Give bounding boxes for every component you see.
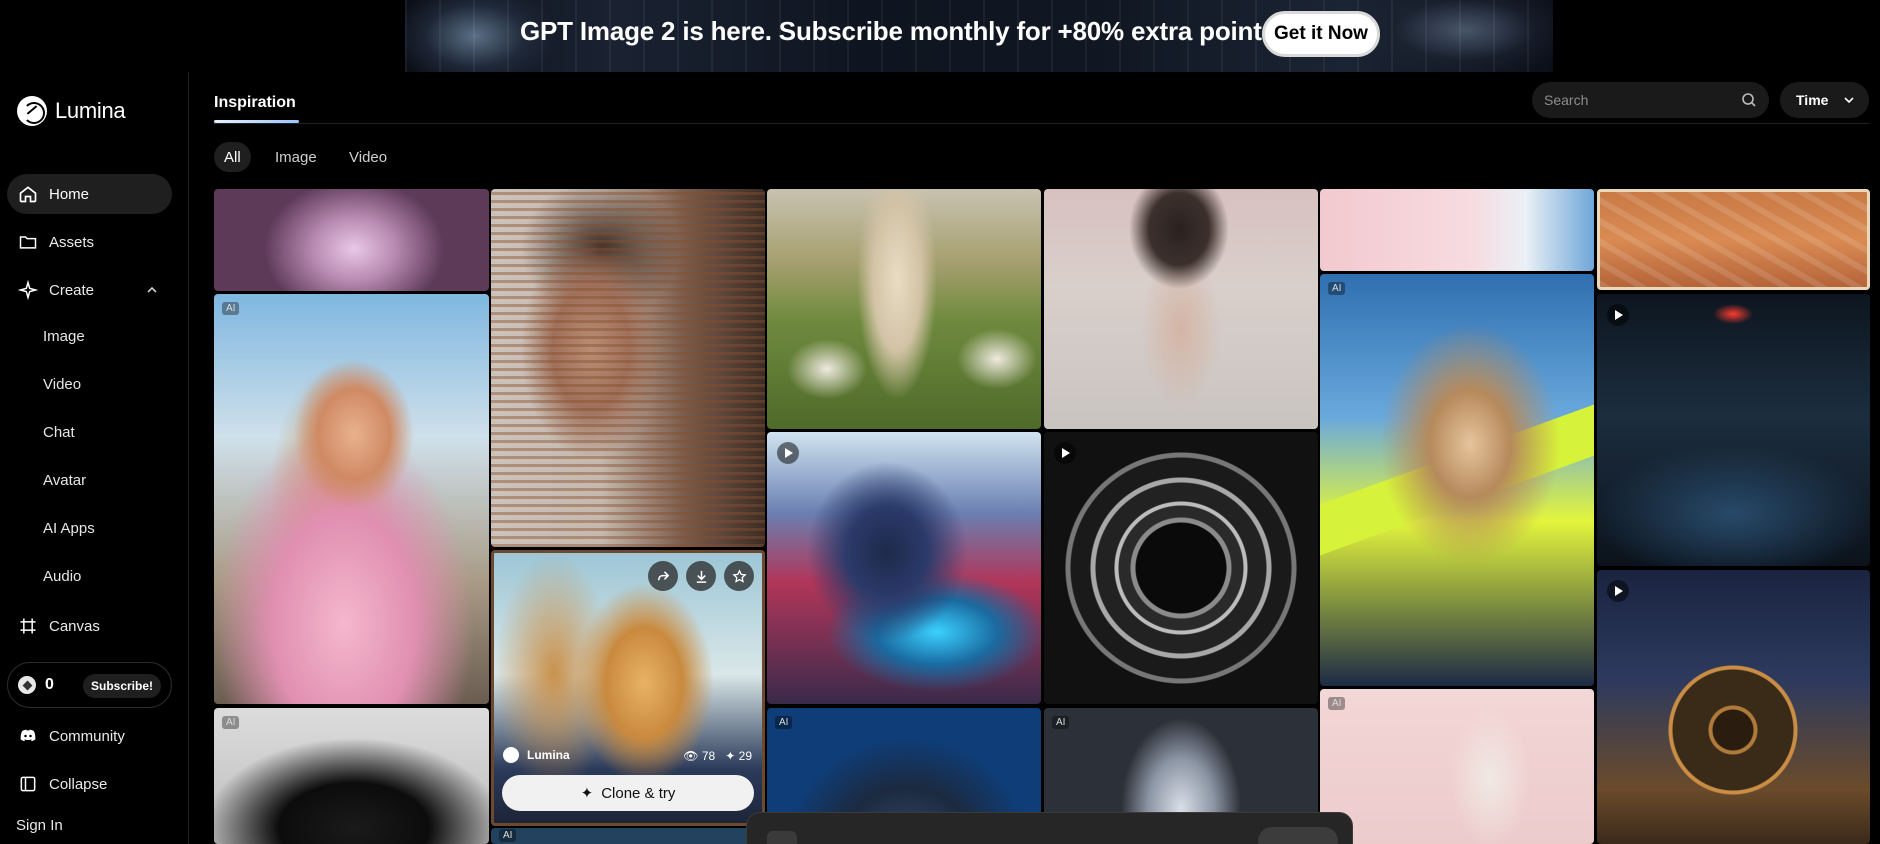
card-stats: 👁 78 ✦ 29	[683, 749, 752, 763]
gallery-tile[interactable]: AI	[1320, 274, 1594, 686]
sidebar-item-label: Create	[49, 281, 95, 299]
download-icon[interactable]	[686, 561, 716, 591]
sort-value: Time	[1796, 92, 1829, 108]
sidebar-item-label: Canvas	[49, 617, 100, 635]
sidebar-item-community[interactable]: Community	[7, 716, 172, 756]
sidebar-sub-avatar[interactable]: Avatar	[43, 472, 86, 489]
lumina-logo-icon	[17, 96, 47, 126]
sign-in-link[interactable]: Sign In	[16, 817, 63, 834]
chevron-down-icon	[1844, 97, 1854, 104]
ai-badge: AI	[222, 716, 240, 729]
tab-inspiration[interactable]: Inspiration	[214, 94, 296, 112]
video-play-icon	[777, 442, 799, 464]
search-input[interactable]	[1544, 92, 1734, 108]
banner-text: GPT Image 2 is here. Subscribe monthly f…	[520, 16, 1285, 46]
card-actions	[648, 561, 754, 591]
promo-banner[interactable]: GPT Image 2 is here. Subscribe monthly f…	[0, 0, 1880, 72]
sidebar-item-label: Collapse	[49, 775, 108, 793]
chevron-up-icon[interactable]	[144, 282, 160, 298]
gallery-tile[interactable]	[1044, 189, 1318, 429]
sidebar-sub-video[interactable]: Video	[43, 376, 81, 393]
sidebar-item-label: Assets	[49, 233, 95, 251]
sidebar-item-home[interactable]: Home	[7, 174, 172, 214]
sidebar-item-label: Community	[49, 727, 125, 745]
eye-icon: 👁	[683, 749, 699, 763]
search-box[interactable]	[1532, 82, 1769, 118]
ai-badge: AI	[1328, 697, 1346, 710]
gallery-tile[interactable]: AI	[491, 828, 765, 844]
gallery-tile[interactable]	[767, 432, 1041, 704]
points-coin-icon	[18, 676, 36, 694]
video-play-icon	[1607, 304, 1629, 326]
add-attachment-button[interactable]	[767, 831, 797, 844]
ai-badge: AI	[222, 302, 240, 315]
views-count: 👁 78	[683, 749, 716, 763]
points-widget: 0 Subscribe!	[7, 662, 172, 708]
get-it-now-button[interactable]: Get it Now	[1262, 11, 1380, 57]
brand-name: Lumina	[55, 98, 126, 123]
discord-icon	[17, 725, 39, 747]
brand-logo[interactable]: Lumina	[17, 96, 126, 126]
sidebar-sub-ai-apps[interactable]: AI Apps	[43, 520, 95, 537]
sidebar-item-canvas[interactable]: Canvas	[7, 606, 172, 646]
gallery-tile[interactable]	[214, 189, 489, 291]
filter-image[interactable]: Image	[275, 142, 317, 172]
gallery-tile[interactable]	[1597, 294, 1870, 566]
gallery-tile[interactable]: AI	[214, 708, 489, 844]
ai-badge: AI	[499, 829, 517, 842]
filter-all[interactable]: All	[214, 142, 251, 172]
sidebar-sub-chat[interactable]: Chat	[43, 424, 75, 441]
clone-and-try-button[interactable]: ✦ Clone & try	[502, 775, 754, 811]
video-play-icon	[1054, 442, 1076, 464]
sparkle-icon	[17, 279, 39, 301]
canvas-icon	[17, 615, 39, 637]
likes-count: ✦ 29	[725, 749, 752, 763]
points-value: 0	[45, 676, 54, 693]
author-avatar	[503, 747, 519, 763]
subscribe-button[interactable]: Subscribe!	[82, 674, 161, 698]
featured-card[interactable]: Lumina 👁 78 ✦ 29 ✦ Clone & try	[491, 550, 765, 826]
home-icon	[17, 183, 39, 205]
prompt-options-button[interactable]	[1258, 827, 1338, 844]
search-icon[interactable]	[1741, 92, 1757, 108]
sidebar-item-collapse[interactable]: Collapse	[7, 764, 172, 804]
gallery-tile[interactable]	[1597, 570, 1870, 844]
sidebar: Lumina Home Assets Create Image Video Ch…	[0, 72, 189, 844]
sidebar-item-create[interactable]: Create	[7, 270, 172, 310]
ai-badge: AI	[775, 716, 793, 729]
sidebar-sub-audio[interactable]: Audio	[43, 568, 81, 585]
video-play-icon	[1607, 580, 1629, 602]
filter-video[interactable]: Video	[349, 142, 387, 172]
card-author[interactable]: Lumina	[503, 747, 570, 763]
gallery-tile[interactable]	[491, 189, 765, 547]
gallery-tile[interactable]: AI	[1320, 689, 1594, 844]
header-divider	[214, 123, 1869, 124]
sparkle-small-icon: ✦	[725, 749, 736, 763]
gallery-tile[interactable]	[1597, 189, 1870, 290]
gallery-tile[interactable]	[1320, 189, 1594, 271]
prompt-bar[interactable]	[746, 812, 1353, 844]
share-icon[interactable]	[648, 561, 678, 591]
folder-icon	[17, 231, 39, 253]
gallery-tile[interactable]	[1044, 432, 1318, 704]
ai-badge: AI	[1052, 716, 1070, 729]
author-name: Lumina	[527, 748, 570, 762]
collapse-panel-icon	[17, 773, 39, 795]
sidebar-item-label: Home	[49, 185, 90, 203]
gallery-tile[interactable]: AI	[214, 294, 489, 704]
sidebar-sub-image[interactable]: Image	[43, 328, 85, 345]
star-icon[interactable]	[724, 561, 754, 591]
sort-select[interactable]: Time	[1780, 82, 1869, 118]
ai-badge: AI	[1328, 282, 1346, 295]
sparkle-icon: ✦	[580, 785, 594, 802]
sidebar-item-assets[interactable]: Assets	[7, 222, 172, 262]
gallery-tile[interactable]	[767, 189, 1041, 429]
